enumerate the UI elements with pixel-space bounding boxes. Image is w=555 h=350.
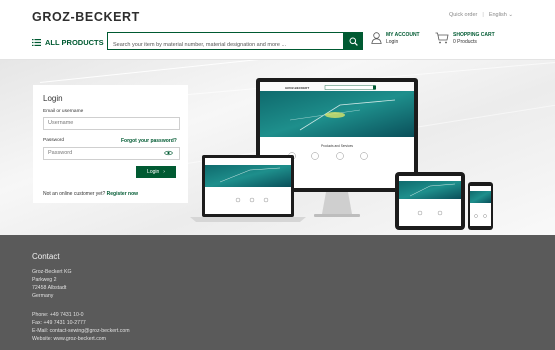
all-products-menu[interactable]: ALL PRODUCTS xyxy=(32,38,115,47)
login-title: Login xyxy=(43,94,63,103)
utility-links: Quick order | English ⌄ xyxy=(449,12,513,18)
footer-contact-details: Phone: +49 7431 10-0 Fax: +49 7431 10-27… xyxy=(32,311,130,343)
user-icon xyxy=(371,32,382,44)
my-account[interactable]: MY ACCOUNT Login xyxy=(371,32,420,46)
language-selector[interactable]: English ⌄ xyxy=(489,12,513,18)
brand-logo[interactable]: GROZ-BECKERT xyxy=(32,10,140,24)
all-products-label: ALL PRODUCTS xyxy=(45,38,104,47)
address-line: 72458 Albstadt xyxy=(32,285,67,291)
mini-logo: GROZ-BECKERT xyxy=(285,86,309,90)
register-link[interactable]: Register now xyxy=(107,191,138,197)
website-link[interactable]: Website: www.groz-beckert.com xyxy=(32,335,130,343)
shopping-cart-title: SHOPPING CART xyxy=(453,32,495,38)
login-panel: Login Email or username Username Passwor… xyxy=(33,85,188,203)
search-icon xyxy=(349,37,358,46)
laptop xyxy=(190,155,306,222)
password-input[interactable]: Password xyxy=(43,147,180,160)
my-account-login: Login xyxy=(386,39,399,45)
register-prompt: Not an online customer yet? Register now xyxy=(43,191,138,197)
top-header: GROZ-BECKERT Quick order | English ⌄ ALL… xyxy=(0,0,555,60)
chevron-right-icon: › xyxy=(163,169,165,175)
tablet xyxy=(395,172,465,230)
chevron-down-icon: ⌄ xyxy=(508,12,513,18)
footer-title: Contact xyxy=(32,252,60,261)
login-button[interactable]: Login › xyxy=(136,166,176,178)
password-label: Password xyxy=(43,138,65,143)
address-line: Germany xyxy=(32,293,54,299)
mini-heading: Products and Services xyxy=(321,144,353,148)
eye-icon[interactable] xyxy=(164,150,173,156)
quick-order-link[interactable]: Quick order xyxy=(449,12,477,18)
footer-address: Groz-Beckert KG Parkweg 2 72458 Albstadt… xyxy=(32,268,72,300)
list-menu-icon xyxy=(32,39,41,46)
fax-line: Fax: +49 7431 10-2777 xyxy=(32,320,86,326)
my-account-text: MY ACCOUNT Login xyxy=(386,32,420,46)
my-account-title: MY ACCOUNT xyxy=(386,32,420,38)
username-input[interactable]: Username xyxy=(43,117,180,130)
phone-line: Phone: +49 7431 10-0 xyxy=(32,312,84,318)
search-button[interactable] xyxy=(343,32,363,50)
search-bar xyxy=(107,32,363,53)
email-link[interactable]: E-Mail: contact-sewing@groz-beckert.com xyxy=(32,327,130,335)
register-text: Not an online customer yet? xyxy=(43,191,106,197)
smartphone xyxy=(468,182,493,230)
email-label: Email or username xyxy=(43,109,84,114)
forgot-password-link[interactable]: Forgot your password? xyxy=(121,138,177,144)
login-button-label: Login xyxy=(147,169,160,175)
utility-separator: | xyxy=(482,12,484,18)
address-line: Groz-Beckert KG xyxy=(32,269,72,275)
language-label: English xyxy=(488,12,507,18)
address-line: Parkweg 2 xyxy=(32,277,57,283)
shopping-cart-count: 0 Products xyxy=(453,39,477,45)
search-input[interactable] xyxy=(108,37,340,53)
cart-icon xyxy=(435,32,449,44)
shopping-cart[interactable]: SHOPPING CART 0 Products xyxy=(435,32,495,46)
footer-contact: Contact Groz-Beckert KG Parkweg 2 72458 … xyxy=(0,235,555,350)
shopping-cart-text: SHOPPING CART 0 Products xyxy=(453,32,495,46)
